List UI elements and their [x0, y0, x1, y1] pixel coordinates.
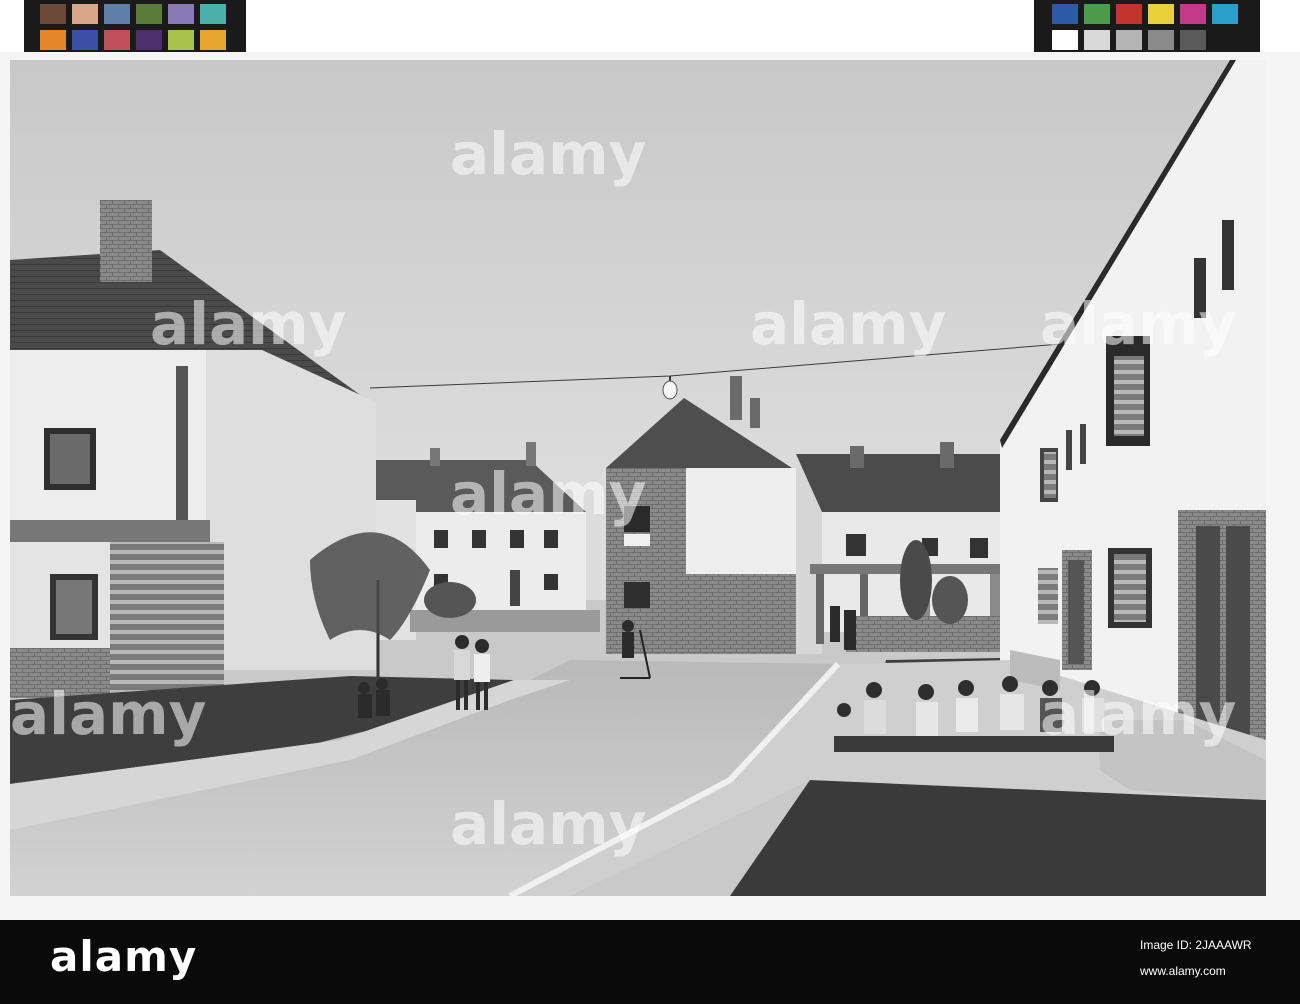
color-swatch — [1180, 30, 1206, 50]
color-swatch — [168, 30, 194, 50]
color-swatch — [136, 4, 162, 24]
color-target-right — [1034, 0, 1260, 52]
color-swatch — [40, 30, 66, 50]
image-id: Image ID: 2JAAAWR — [1140, 938, 1252, 952]
color-swatch — [1052, 4, 1078, 24]
color-swatch — [1052, 30, 1078, 50]
right-lawn — [730, 780, 1266, 896]
color-target-left — [24, 0, 246, 52]
color-swatch — [72, 30, 98, 50]
right-center-houses — [796, 442, 1016, 652]
color-swatch — [1212, 4, 1238, 24]
street-lamp — [662, 380, 678, 400]
alamy-logo[interactable]: alamy — [50, 932, 197, 981]
site-url[interactable]: www.alamy.com — [1140, 964, 1226, 978]
color-swatch — [200, 4, 226, 24]
color-swatch — [1212, 30, 1238, 50]
color-swatch — [104, 4, 130, 24]
color-swatch — [1148, 4, 1174, 24]
color-swatch — [200, 30, 226, 50]
color-swatch — [104, 30, 130, 50]
color-swatch — [1116, 4, 1142, 24]
photograph: alamy alamy alamy alamy alamy alamy alam… — [10, 60, 1266, 896]
color-swatch — [72, 4, 98, 24]
color-swatch — [168, 4, 194, 24]
color-swatch — [136, 30, 162, 50]
stock-footer-bar: alamy Image ID: 2JAAAWR www.alamy.com — [0, 920, 1300, 1004]
color-swatch — [1148, 30, 1174, 50]
street-scene — [10, 60, 1266, 896]
color-swatch — [1084, 4, 1110, 24]
color-swatch — [1180, 4, 1206, 24]
color-swatch — [1116, 30, 1142, 50]
color-swatch — [40, 4, 66, 24]
color-swatch — [1084, 30, 1110, 50]
